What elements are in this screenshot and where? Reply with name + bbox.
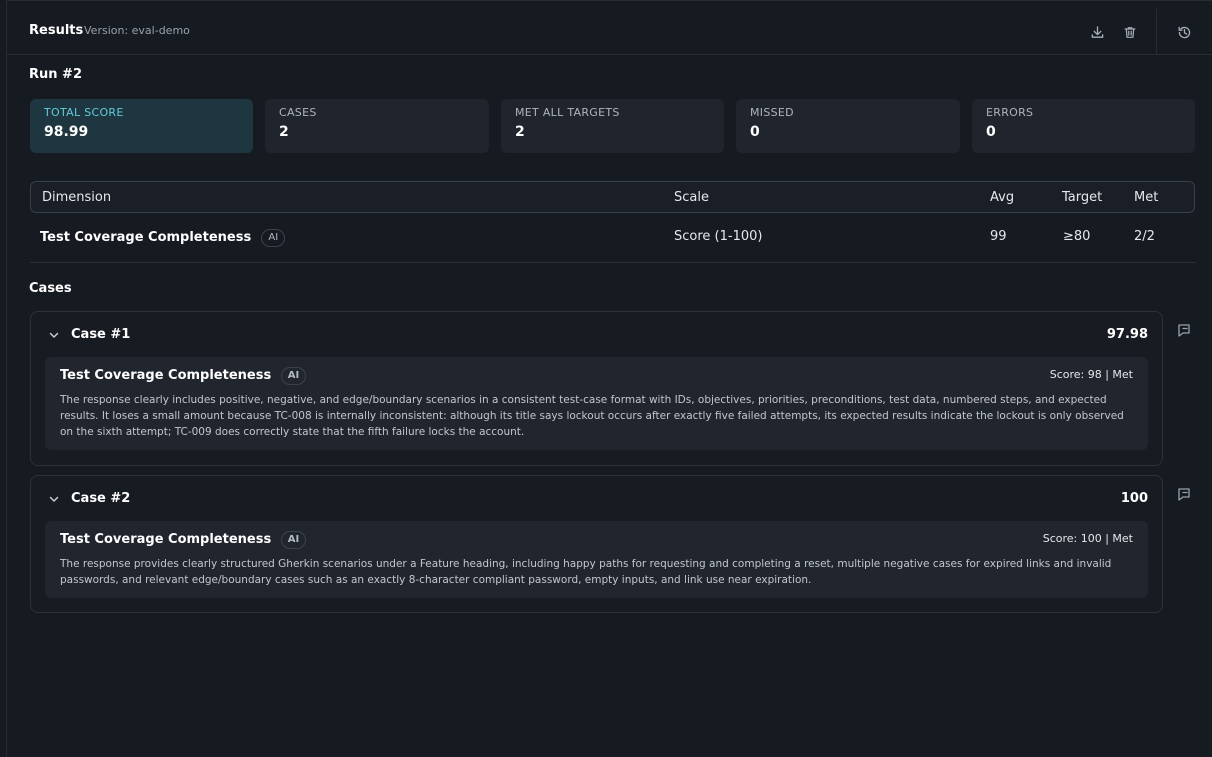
dimension-name: Test Coverage Completeness: [40, 230, 252, 245]
column-header-dimension: Dimension: [42, 190, 112, 205]
stat-label: MISSED: [750, 106, 794, 119]
column-header-avg: Avg: [990, 190, 1015, 205]
dimension-cell: Test Coverage Completeness AI: [40, 229, 286, 247]
cases-title: Cases: [29, 281, 72, 296]
case-score-status: Score: 100 | Met: [1042, 532, 1133, 545]
case-rationale: The response provides clearly structured…: [60, 558, 1112, 586]
stat-total-score: TOTAL SCORE 98.99: [30, 99, 253, 153]
ai-badge: AI: [280, 531, 307, 549]
results-panel: Results Version: eval-demo Run #2 TOTAL …: [6, 0, 1212, 757]
stat-label: ERRORS: [986, 106, 1034, 119]
avg-cell: 99: [990, 229, 1007, 244]
column-header-target: Target: [1062, 190, 1103, 205]
column-header-met: Met: [1134, 190, 1159, 205]
stat-value: 2: [515, 124, 525, 140]
chevron-down-icon[interactable]: [47, 491, 61, 505]
case-card: Case #2 100 Test Coverage Completeness A…: [30, 475, 1163, 613]
stat-value: 0: [986, 124, 996, 140]
history-icon[interactable]: [1173, 21, 1195, 43]
stat-value: 2: [279, 124, 289, 140]
download-icon[interactable]: [1086, 21, 1108, 43]
stat-label: CASES: [279, 106, 317, 119]
case-dimension-result: Test Coverage Completeness AI Score: 98 …: [45, 357, 1148, 450]
stat-label: MET ALL TARGETS: [515, 106, 620, 119]
target-cell: ≥80: [1063, 229, 1091, 244]
dimension-name: Test Coverage Completeness: [60, 368, 272, 383]
case-rationale: The response clearly includes positive, …: [60, 394, 1124, 438]
case-dimension-result: Test Coverage Completeness AI Score: 100…: [45, 521, 1148, 598]
dimension-name: Test Coverage Completeness: [60, 532, 272, 547]
chevron-down-icon[interactable]: [47, 327, 61, 341]
case-score-status: Score: 98 | Met: [1049, 368, 1133, 381]
stat-value: 98.99: [44, 124, 89, 140]
version-label: Version: eval-demo: [84, 24, 190, 37]
stat-value: 0: [750, 124, 760, 140]
scale-cell: Score (1-100): [674, 229, 763, 244]
ai-badge: AI: [261, 229, 286, 247]
case-score: 97.98: [1106, 327, 1148, 342]
ai-badge: AI: [280, 367, 307, 385]
header-divider: [1156, 9, 1157, 55]
results-header: Results Version: eval-demo: [7, 9, 1212, 55]
trash-icon[interactable]: [1119, 21, 1141, 43]
column-header-scale: Scale: [674, 190, 709, 205]
page-title: Results: [29, 23, 84, 38]
stat-met-all-targets: MET ALL TARGETS 2: [501, 99, 724, 153]
stat-cases: CASES 2: [265, 99, 489, 153]
met-cell: 2/2: [1134, 229, 1155, 244]
case-title[interactable]: Case #1: [71, 327, 130, 342]
case-title[interactable]: Case #2: [71, 491, 130, 506]
flag-case-icon[interactable]: [1177, 486, 1191, 501]
flag-case-icon[interactable]: [1177, 322, 1191, 337]
case-dimension-title: Test Coverage Completeness AI: [60, 367, 1133, 385]
case-score: 100: [1120, 491, 1148, 506]
case-dimension-title: Test Coverage Completeness AI: [60, 531, 1133, 549]
run-title: Run #2: [29, 67, 82, 82]
stat-errors: ERRORS 0: [972, 99, 1195, 153]
table-row: Test Coverage Completeness AI Score (1-1…: [30, 215, 1196, 263]
stat-missed: MISSED 0: [736, 99, 960, 153]
stat-label: TOTAL SCORE: [44, 106, 124, 119]
dimension-table-header: Dimension Scale Avg Target Met: [30, 181, 1195, 213]
case-card: Case #1 97.98 Test Coverage Completeness…: [30, 311, 1163, 466]
